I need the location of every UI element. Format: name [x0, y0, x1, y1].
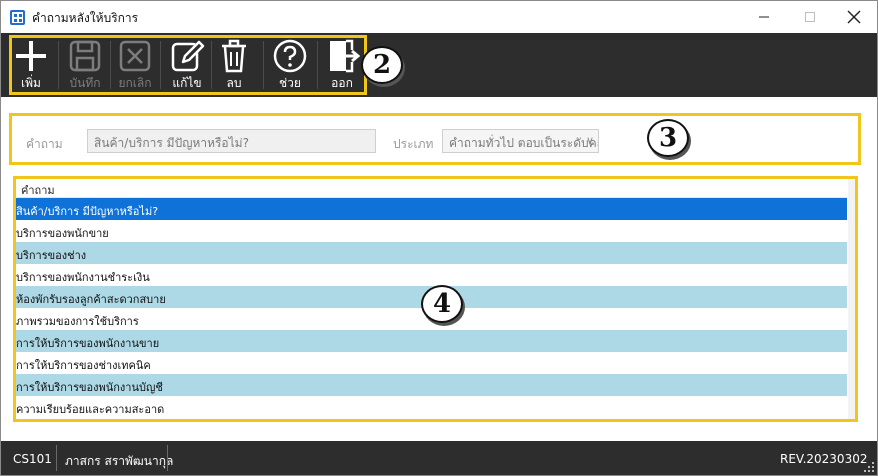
- chevron-down-icon: ∨: [585, 134, 594, 147]
- maximize-icon: [805, 12, 815, 22]
- app-window: คำถามหลังให้บริการ เพิ่ม บันทึก ยกเลิก แ…: [0, 0, 878, 476]
- question-field[interactable]: สินค้า/บริการ มีปัญหาหรือไม่?: [87, 129, 376, 153]
- minimize-button[interactable]: [741, 1, 787, 33]
- type-select-value: คำถามทั่วไป ตอบเป็นระดับคะแนน: [449, 136, 598, 150]
- type-label: ประเภท: [393, 137, 434, 151]
- maximize-button[interactable]: [787, 1, 833, 33]
- title-bar: คำถามหลังให้บริการ: [1, 1, 877, 33]
- filter-panel: คำถาม สินค้า/บริการ มีปัญหาหรือไม่? ประเ…: [9, 113, 861, 165]
- status-user: ภาสกร สราพัฒนากุล: [65, 454, 174, 468]
- window-title: คำถามหลังให้บริการ: [32, 11, 139, 25]
- callout-number-toolbar: 2: [361, 46, 403, 84]
- toolbar: เพิ่ม บันทึก ยกเลิก แก้ไข ลบ ช่วย ออก 2: [1, 33, 877, 97]
- callout-number-filter: 3: [647, 119, 689, 157]
- resize-grip-icon[interactable]: [864, 462, 874, 472]
- status-divider: [56, 445, 57, 471]
- close-icon: [847, 10, 861, 24]
- type-select[interactable]: คำถามทั่วไป ตอบเป็นระดับคะแนน ∨: [442, 129, 599, 153]
- callout-number-grid: 4: [421, 285, 463, 323]
- status-bar: CS101 ภาสกร สราพัฒนากุล REV.20230302: [1, 441, 877, 475]
- status-code: CS101: [13, 452, 52, 466]
- callout-frame-toolbar: [9, 35, 367, 95]
- app-icon: [10, 10, 25, 25]
- minimize-icon: [759, 16, 769, 18]
- status-divider: [167, 445, 168, 471]
- close-button[interactable]: [831, 1, 877, 33]
- status-revision: REV.20230302: [780, 452, 868, 466]
- question-label: คำถาม: [26, 137, 63, 151]
